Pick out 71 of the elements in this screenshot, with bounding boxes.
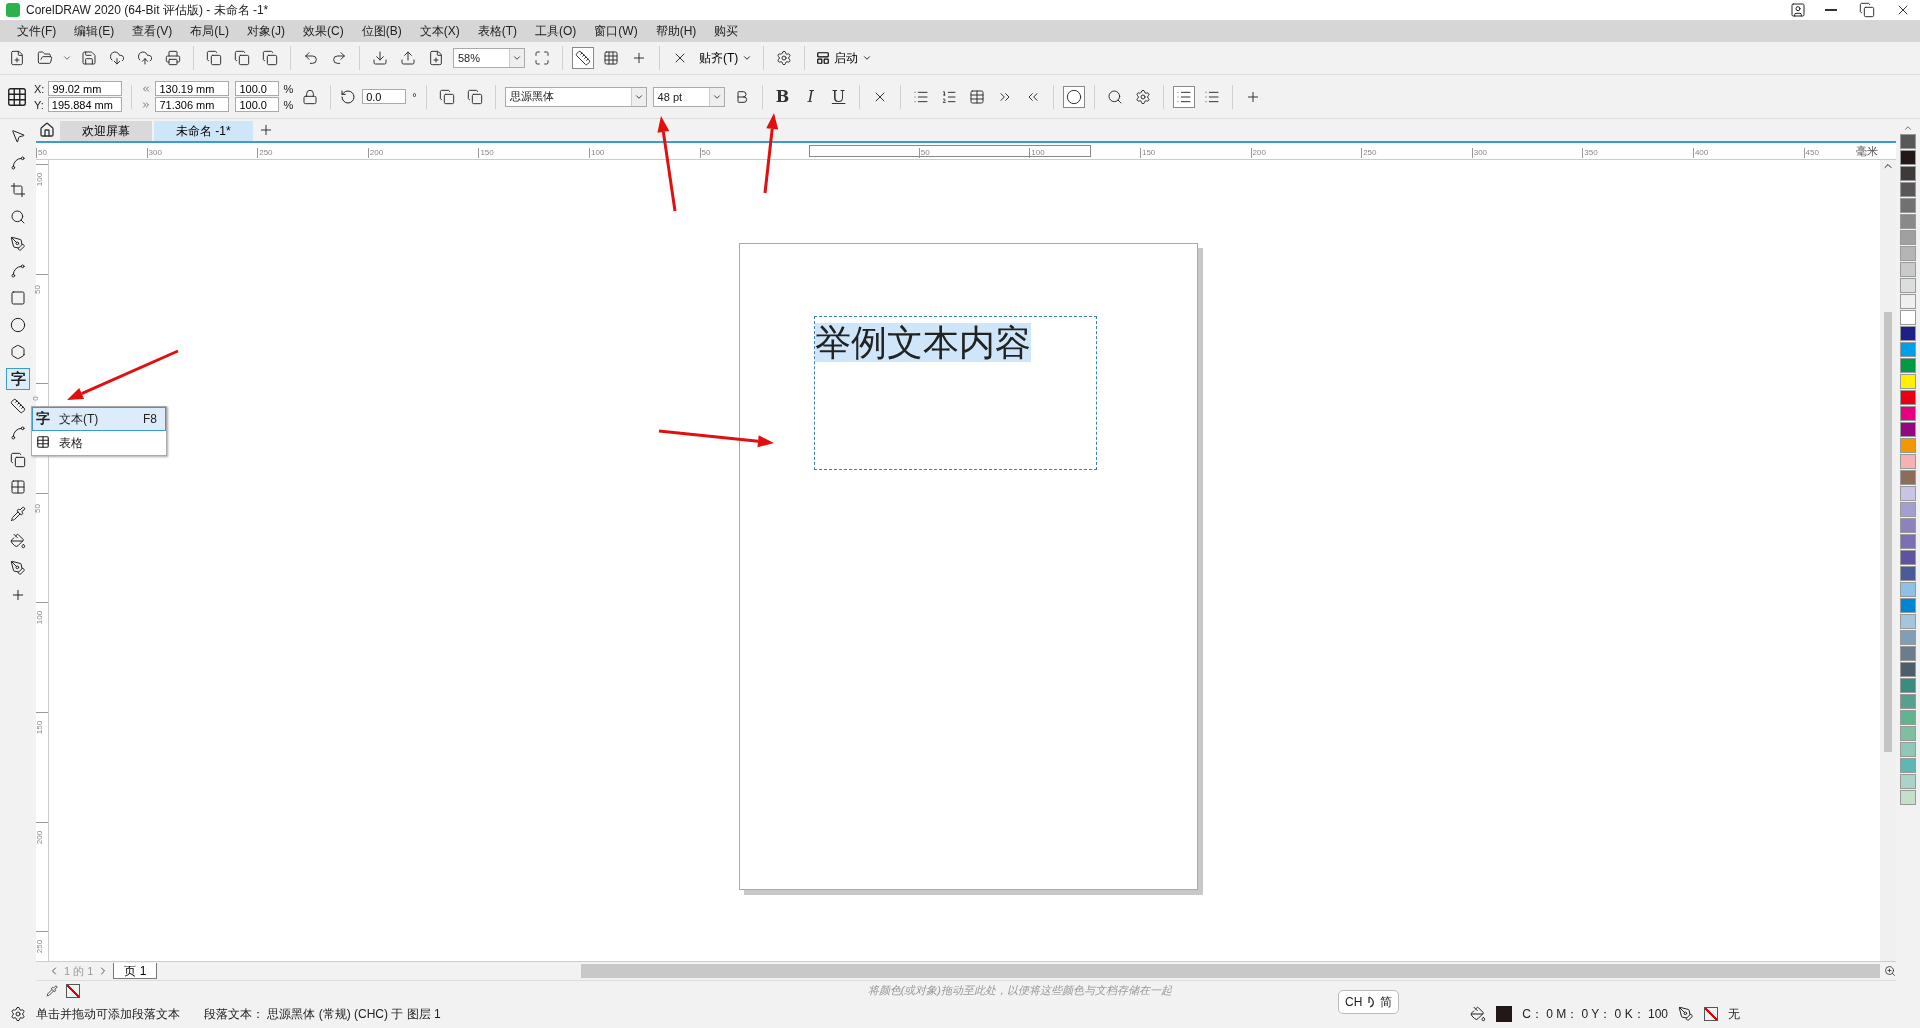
scale-x-field[interactable]: 100.0: [235, 81, 280, 96]
menu-item[interactable]: 文件(F): [8, 22, 66, 40]
ruler-label: 50: [32, 503, 42, 513]
bold-button[interactable]: B: [771, 85, 794, 108]
ruler-label: 250: [1361, 148, 1472, 158]
ruler-label: 400: [1692, 148, 1804, 158]
menu-item[interactable]: 效果(C): [294, 22, 353, 40]
ruler-label: 200: [367, 148, 479, 158]
ruler-label: 250: [35, 940, 45, 954]
y-field[interactable]: 195.884 mm: [47, 97, 122, 112]
snap-dropdown[interactable]: 贴齐(T): [697, 49, 755, 67]
outline-value: 无: [1728, 1005, 1740, 1023]
percent-label: %: [283, 82, 294, 95]
ruler-label: 300: [1471, 148, 1583, 158]
ruler-label: 50: [918, 148, 1030, 158]
status-hint: 单击并拖动可添加段落文本: [36, 1005, 180, 1023]
ruler-label: 150: [1139, 148, 1251, 158]
rotation-field[interactable]: 0.0: [362, 89, 407, 104]
ruler-label: 250: [257, 148, 368, 158]
flyout-item[interactable]: 字 文本(T) F8: [32, 407, 166, 431]
ruler-label: 300: [146, 148, 258, 158]
text-tool[interactable]: 字: [6, 368, 30, 390]
menu-item[interactable]: 对象(J): [238, 22, 294, 40]
scale-y-field[interactable]: 100.0: [235, 97, 280, 112]
y-label: Y:: [34, 98, 44, 111]
object-info: 段落文本： 思源黑体 (常规) (CHC) 于 图层 1: [204, 1005, 441, 1023]
ruler-label: 100: [1029, 148, 1140, 158]
underline-button[interactable]: U: [827, 85, 850, 108]
ruler-label: 100: [35, 611, 45, 625]
menu-item[interactable]: 文本(X): [410, 22, 469, 40]
menu-item[interactable]: 布局(L): [181, 22, 238, 40]
menu-item[interactable]: 工具(O): [526, 22, 586, 40]
width-field[interactable]: 130.19 mm: [155, 81, 230, 96]
x-field[interactable]: 99.02 mm: [48, 81, 123, 96]
ruler-label: 350: [1582, 148, 1693, 158]
percent-label: %: [283, 98, 294, 111]
height-field[interactable]: 71.306 mm: [155, 97, 230, 112]
menu-item[interactable]: 帮助(H): [646, 22, 706, 40]
menu-item[interactable]: 表格(T): [468, 22, 526, 40]
menu-item[interactable]: 位图(B): [352, 22, 411, 40]
ruler-label: 50: [36, 148, 147, 158]
cmyk-values: C： 0 M： 0 Y： 0 K： 100: [1522, 1005, 1668, 1023]
ime-indicator[interactable]: CH 简: [1338, 990, 1400, 1014]
flyout-item[interactable]: 表格: [32, 431, 166, 455]
ruler-label: 150: [35, 720, 45, 735]
ruler-unit: 毫米: [1856, 144, 1878, 159]
ruler-label: 100: [35, 172, 45, 187]
page-counter: 1 的 1: [64, 963, 94, 979]
italic-button[interactable]: I: [799, 85, 822, 108]
ruler-label: 150: [478, 148, 589, 158]
zoom-level-dropdown[interactable]: 58%: [453, 48, 525, 68]
window-title: CorelDRAW 2020 (64-Bit 评估版) - 未命名 -1*: [26, 1, 269, 19]
palette-hint: 将颜色(或对象)拖动至此处，以便将这些颜色与文档存储在一起: [867, 983, 1172, 998]
menu-item[interactable]: 窗口(W): [585, 22, 647, 40]
document-tab[interactable]: 欢迎屏幕: [60, 121, 152, 141]
degree-label: °: [412, 90, 417, 103]
page-tab[interactable]: 页 1: [113, 963, 158, 979]
ruler-label: 200: [35, 830, 45, 844]
ruler-label: 50: [32, 284, 42, 294]
document-tab[interactable]: 未命名 -1*: [154, 121, 253, 141]
font-size-dropdown[interactable]: 48 pt: [652, 86, 725, 107]
ruler-label: 100: [588, 148, 700, 158]
font-dropdown[interactable]: 思源黑体: [504, 86, 647, 107]
menu-item[interactable]: 查看(V): [123, 22, 182, 40]
ruler-label: 0: [30, 396, 40, 401]
menu-item[interactable]: 购买: [705, 22, 748, 40]
ruler-label: 200: [1250, 148, 1362, 158]
ruler-label: 50: [699, 148, 811, 158]
x-label: X:: [34, 82, 45, 95]
launch-dropdown[interactable]: 启动: [814, 49, 875, 67]
menu-item[interactable]: 编辑(E): [65, 22, 124, 40]
